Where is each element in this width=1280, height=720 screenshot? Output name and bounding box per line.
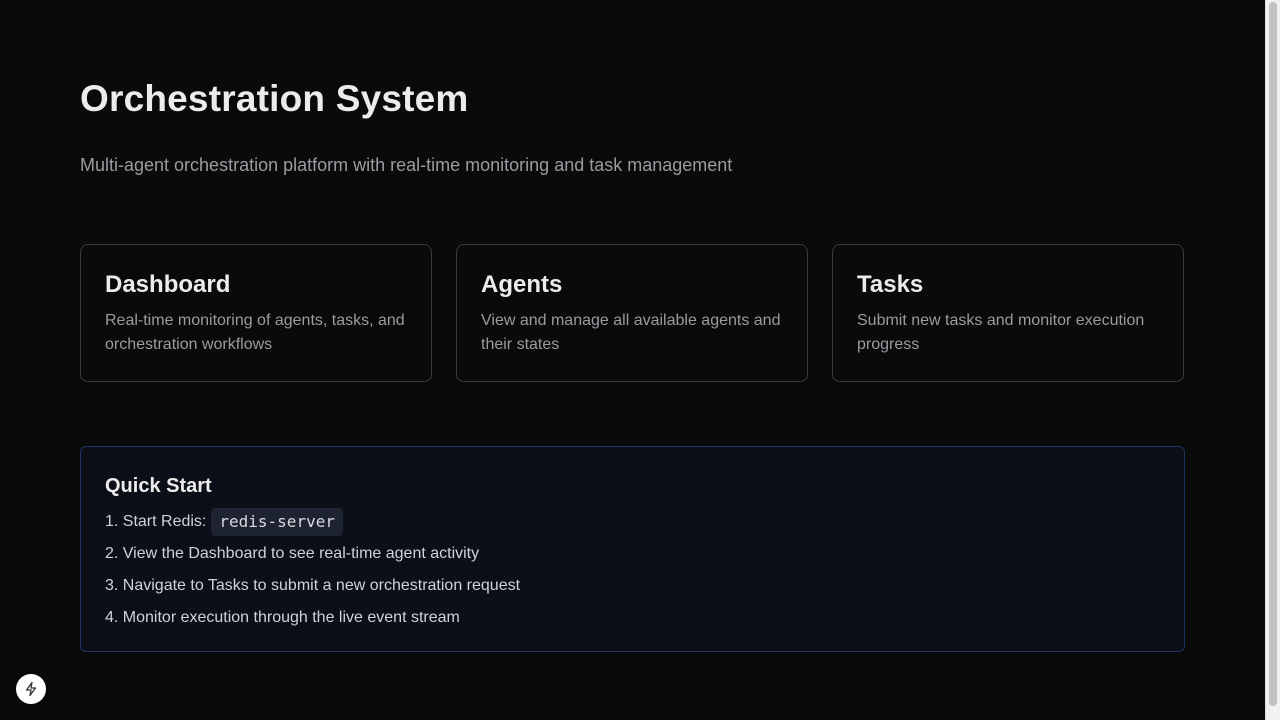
code-snippet: redis-server <box>211 508 343 536</box>
scrollbar-thumb[interactable] <box>1269 2 1277 706</box>
step-text: 3. Navigate to Tasks to submit a new orc… <box>105 577 521 594</box>
step-text: 4. Monitor execution through the live ev… <box>105 609 460 626</box>
quick-start-step: 4. Monitor execution through the live ev… <box>105 602 1160 634</box>
quick-start-title: Quick Start <box>105 475 212 497</box>
page-subtitle: Multi-agent orchestration platform with … <box>80 155 733 175</box>
agents-card[interactable]: Agents View and manage all available age… <box>456 244 808 382</box>
card-title: Dashboard <box>105 271 231 298</box>
quick-start-step: 2. View the Dashboard to see real-time a… <box>105 538 1160 570</box>
step-text: 1. Start Redis: <box>105 513 207 530</box>
vertical-scrollbar[interactable] <box>1265 0 1280 720</box>
quick-start-step: 1. Start Redis: redis-server <box>105 506 1160 538</box>
page-title: Orchestration System <box>80 78 469 119</box>
quick-start-step: 3. Navigate to Tasks to submit a new orc… <box>105 570 1160 602</box>
dev-tools-button[interactable] <box>16 674 46 704</box>
step-text: 2. View the Dashboard to see real-time a… <box>105 545 480 562</box>
card-description: Real-time monitoring of agents, tasks, a… <box>105 312 405 353</box>
quick-start-panel: Quick Start 1. Start Redis: redis-server… <box>80 446 1185 652</box>
feature-cards: Dashboard Real-time monitoring of agents… <box>80 244 1185 382</box>
card-title: Agents <box>481 271 563 298</box>
card-title: Tasks <box>857 271 924 298</box>
card-description: Submit new tasks and monitor execution p… <box>857 312 1145 353</box>
tasks-card[interactable]: Tasks Submit new tasks and monitor execu… <box>832 244 1184 382</box>
card-description: View and manage all available agents and… <box>481 312 781 353</box>
dashboard-card[interactable]: Dashboard Real-time monitoring of agents… <box>80 244 432 382</box>
lightning-bolt-icon <box>25 681 37 697</box>
quick-start-steps: 1. Start Redis: redis-server 2. View the… <box>105 506 1160 634</box>
